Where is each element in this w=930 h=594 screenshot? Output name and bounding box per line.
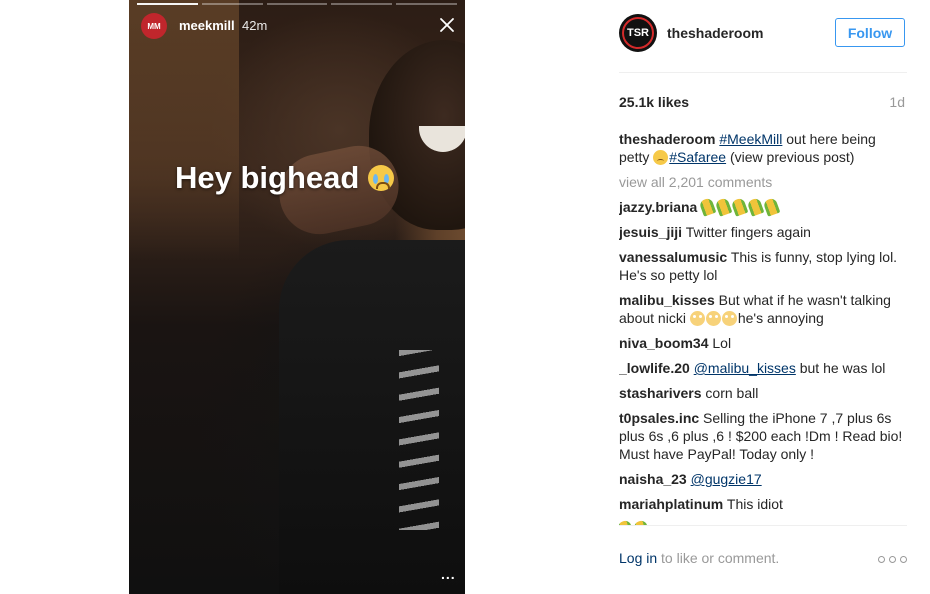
comment-item: t0psales.inc Selling the iPhone 7 ,7 plu… [619,409,907,463]
corn-icon [746,197,765,217]
comment-text: he's annoying [737,310,824,326]
story-caption-text: Hey bighead [175,160,360,195]
corn-icon [762,197,781,217]
comment-item: vanessalumusic This is funny, stop lying… [619,248,907,284]
more-options-icon[interactable]: ... [441,566,456,582]
comment-username[interactable]: mariahplatinum [619,496,723,512]
progress-segment [201,3,263,5]
divider [619,72,907,73]
progress-segment [266,3,328,5]
corn-icon [730,197,749,217]
comment-text: Twitter fingers again [685,224,811,240]
corn-emoji-group [698,197,781,217]
story-timestamp: 42m [242,18,268,33]
login-link[interactable]: Log in [619,550,657,566]
story-person-shirt [399,350,439,530]
story-background-light [129,0,239,260]
comment-username[interactable]: naisha_23 [619,471,687,487]
divider [619,525,907,526]
story-caption: Hey bighead [175,160,394,196]
comment-tag-link[interactable]: #MeekMill [719,131,782,147]
comment-username[interactable]: theshaderoom [619,131,715,147]
progress-segment [137,3,198,5]
comment-username[interactable]: vanessalumusic [619,249,727,265]
owner-avatar-text: TSR [627,27,649,39]
comment-username[interactable]: malibu_kisses [619,292,715,308]
story-username[interactable]: meekmill [179,18,235,33]
post-age[interactable]: 1d [889,94,905,110]
story-viewer[interactable]: MM meekmill 42m Hey bighead ... [129,0,465,594]
flushed-face-icon [689,311,705,326]
comment-text: corn ball [705,385,759,401]
comment-username[interactable]: _lowlife.20 [619,360,690,376]
corn-icon [714,197,733,217]
comment-text: This idiot [726,496,783,512]
crying-face-icon [367,165,394,191]
comment-tag-link[interactable]: #Safaree [669,149,726,165]
comment-item: jesuis_jiji Twitter fingers again [619,223,907,241]
progress-segment [331,3,393,5]
progress-segment [396,3,457,5]
comment-text: Lol [712,335,732,351]
flushed-face-icon [705,311,721,326]
owner-username[interactable]: theshaderoom [667,25,763,41]
likes-count[interactable]: 25.1k likes [619,94,689,110]
story-progress-bar [137,3,457,5]
dot [900,556,907,563]
flushed-face-icon [721,311,737,326]
comment-item: malibu_kisses But what if he wasn't talk… [619,291,907,327]
comment-text: but he was lol [795,360,886,376]
corn-icon [698,197,717,217]
more-options-icon[interactable] [878,556,907,563]
post-sidebar: TSR theshaderoom Follow 25.1k likes 1d t… [619,0,907,594]
comment-item: mariahplatinum This idiot [619,495,907,513]
comment-item: jazzy.briana [619,197,907,217]
view-all-comments-link[interactable]: view all 2,201 comments [619,173,907,191]
dot [889,556,896,563]
close-icon[interactable] [439,17,455,33]
comment-item: _lowlife.20 @malibu_kisses but he was lo… [619,359,907,377]
post-caption: theshaderoom #MeekMill out here being pe… [619,130,907,166]
comment-item: naisha_23 @gugzie17 [619,470,907,488]
follow-button[interactable]: Follow [835,18,905,47]
comment-list: theshaderoom #MeekMill out here being pe… [619,130,907,526]
login-prompt: Log in to like or comment. [619,550,779,566]
comment-item: stasharivers corn ball [619,384,907,402]
dot [878,556,885,563]
comment-text: (view previous post) [726,149,855,165]
comment-username[interactable]: jesuis_jiji [619,224,682,240]
comment-tag-link[interactable]: @malibu_kisses [694,360,796,376]
comment-username[interactable]: stasharivers [619,385,702,401]
comment-username[interactable]: jazzy.briana [619,199,697,215]
comment-item: niva_boom34 Lol [619,334,907,352]
comment-username[interactable]: t0psales.inc [619,410,699,426]
owner-avatar[interactable]: TSR [619,14,657,52]
story-avatar[interactable]: MM [141,13,167,39]
comment-username[interactable]: niva_boom34 [619,335,708,351]
login-prompt-text: to like or comment. [657,550,780,566]
comment-tag-link[interactable]: @gugzie17 [691,471,762,487]
weary-face-icon [653,150,669,165]
